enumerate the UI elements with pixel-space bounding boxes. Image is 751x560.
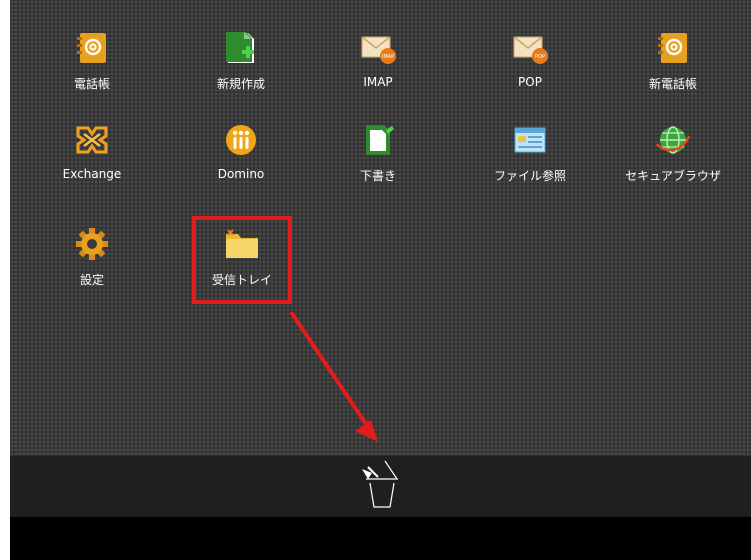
dock-bar: [10, 455, 751, 518]
inbox-highlight-box: [192, 216, 292, 304]
app-label: Exchange: [62, 167, 122, 181]
folder-window-icon: [512, 122, 548, 158]
app-label: IMAP: [363, 75, 393, 89]
app-tile-new-address-book[interactable]: 新電話帳: [613, 26, 733, 92]
gear-icon: [74, 226, 110, 262]
app-label: 下書き: [359, 169, 396, 183]
domino-icon: [223, 122, 259, 158]
app-label: ファイル参照: [493, 169, 566, 183]
app-tile-drafts[interactable]: 下書き: [318, 118, 438, 184]
app-tile-new-compose[interactable]: 新規作成: [181, 26, 301, 92]
app-label: 設定: [79, 273, 104, 287]
address-book-icon: [74, 30, 110, 66]
app-label: 新電話帳: [648, 77, 697, 91]
app-tile-imap[interactable]: IMAP IMAP: [318, 26, 438, 92]
imap-mail-icon: IMAP: [360, 30, 396, 66]
app-tile-address-book[interactable]: 電話帳: [32, 26, 152, 92]
imap-badge-text: IMAP: [382, 54, 394, 60]
draft-icon: [360, 122, 396, 158]
app-tile-domino[interactable]: Domino: [181, 118, 301, 184]
app-tile-settings[interactable]: 設定: [32, 222, 152, 288]
app-label: セキュアブラウザ: [625, 169, 721, 183]
app-label: 電話帳: [73, 77, 110, 91]
app-tile-pop[interactable]: POP POP: [470, 26, 590, 92]
pop-badge-text: POP: [535, 54, 545, 60]
app-label: Domino: [217, 167, 265, 181]
address-book-icon: [655, 30, 691, 66]
app-tile-file-browse[interactable]: ファイル参照: [470, 118, 590, 184]
bottom-bar: [10, 517, 751, 560]
globe-icon: [655, 122, 691, 158]
app-label: POP: [518, 75, 542, 89]
exchange-icon: [74, 122, 110, 158]
app-tile-secure-browser[interactable]: セキュアブラウザ: [613, 118, 733, 184]
launcher-screen: 電話帳 新規作成 IMAP IMAP POP POP 新電話帳 Exchange: [10, 0, 751, 560]
new-document-icon: [223, 30, 259, 66]
pop-mail-icon: POP: [512, 30, 548, 66]
app-tile-exchange[interactable]: Exchange: [32, 118, 152, 184]
trash-icon[interactable]: [358, 459, 404, 509]
app-label: 新規作成: [216, 77, 265, 91]
